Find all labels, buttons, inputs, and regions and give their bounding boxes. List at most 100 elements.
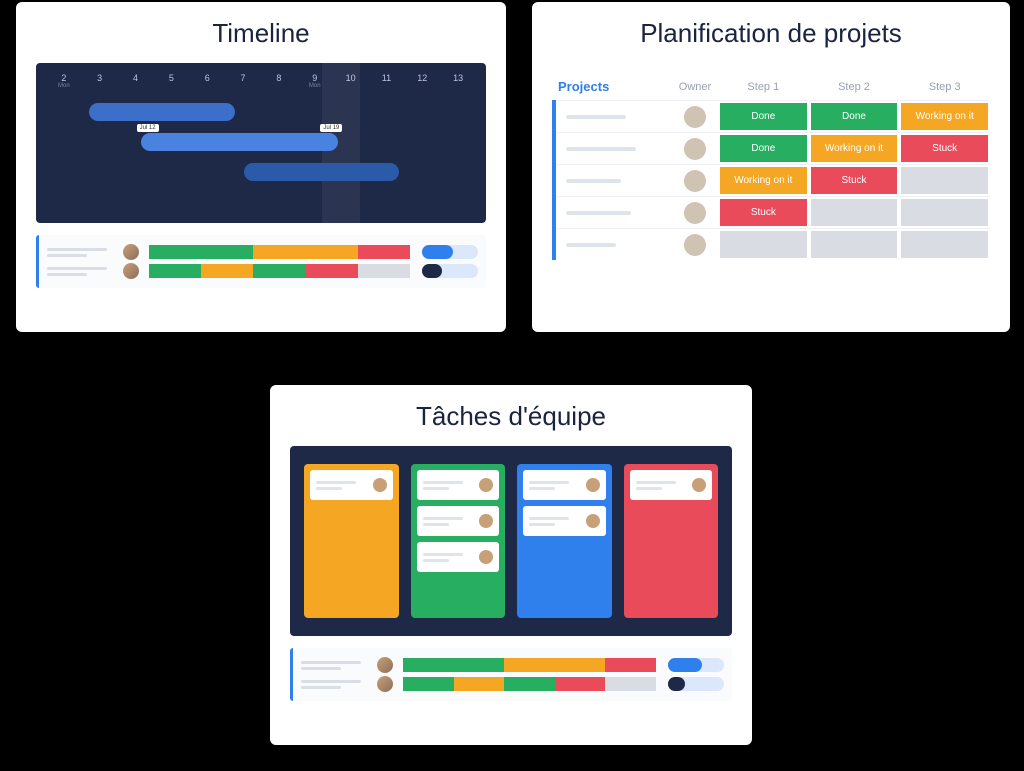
project-status-cell[interactable]: Done <box>811 103 898 130</box>
timeline-title: Timeline <box>36 18 486 49</box>
avatar[interactable] <box>684 106 706 128</box>
avatar[interactable] <box>377 676 393 692</box>
status-cell[interactable] <box>605 658 656 672</box>
summary-row[interactable] <box>301 676 724 692</box>
progress-fill <box>668 677 685 691</box>
project-status-cell[interactable] <box>901 199 988 226</box>
project-status-cell[interactable]: Working on it <box>720 167 807 194</box>
kanban-title: Tâches d'équipe <box>290 401 732 432</box>
avatar[interactable] <box>479 478 493 492</box>
project-name-placeholder[interactable] <box>556 165 672 196</box>
status-cell[interactable] <box>403 677 454 691</box>
project-status-cell[interactable] <box>811 231 898 258</box>
summary-row[interactable] <box>47 244 478 260</box>
avatar[interactable] <box>692 478 706 492</box>
summary-text-placeholder <box>47 267 117 276</box>
kanban-card[interactable] <box>417 506 500 536</box>
status-cell[interactable] <box>358 264 410 278</box>
projects-header-label[interactable]: Projects <box>552 79 672 94</box>
project-owner[interactable] <box>672 229 718 260</box>
avatar[interactable] <box>586 478 600 492</box>
avatar[interactable] <box>586 514 600 528</box>
project-name-placeholder[interactable] <box>556 229 672 260</box>
kanban-card[interactable] <box>630 470 713 500</box>
status-cell[interactable] <box>403 658 454 672</box>
gantt-day: 5 <box>154 73 190 89</box>
project-status-cell[interactable]: Working on it <box>811 135 898 162</box>
status-cell[interactable] <box>253 245 305 259</box>
kanban-card-text-placeholder <box>423 553 463 562</box>
avatar[interactable] <box>479 514 493 528</box>
avatar[interactable] <box>684 138 706 160</box>
status-cell[interactable] <box>201 245 253 259</box>
progress-pill[interactable] <box>668 677 724 691</box>
project-name-placeholder[interactable] <box>556 133 672 164</box>
gantt-day: 3 <box>82 73 118 89</box>
gantt-bar[interactable] <box>244 163 399 181</box>
project-row[interactable]: DoneDoneWorking on it <box>556 100 990 132</box>
avatar[interactable] <box>684 202 706 224</box>
project-row[interactable]: Stuck <box>556 196 990 228</box>
avatar[interactable] <box>684 234 706 256</box>
project-owner[interactable] <box>672 165 718 196</box>
project-row[interactable]: DoneWorking on itStuck <box>556 132 990 164</box>
kanban-column[interactable] <box>517 464 612 618</box>
project-status-cell[interactable] <box>901 231 988 258</box>
status-cell[interactable] <box>149 264 201 278</box>
status-cell[interactable] <box>605 677 656 691</box>
status-cell[interactable] <box>555 677 606 691</box>
gantt-bar[interactable] <box>89 103 235 121</box>
progress-pill[interactable] <box>422 264 478 278</box>
kanban-column[interactable] <box>624 464 719 618</box>
status-cell[interactable] <box>306 264 358 278</box>
status-cell[interactable] <box>454 658 505 672</box>
progress-pill[interactable] <box>668 658 724 672</box>
summary-text-placeholder <box>47 248 117 257</box>
status-cell[interactable] <box>306 245 358 259</box>
project-owner[interactable] <box>672 133 718 164</box>
project-status-cell[interactable] <box>901 167 988 194</box>
status-cell[interactable] <box>504 677 555 691</box>
project-row[interactable]: Working on itStuck <box>556 164 990 196</box>
progress-pill[interactable] <box>422 245 478 259</box>
kanban-card[interactable] <box>523 470 606 500</box>
kanban-column[interactable] <box>304 464 399 618</box>
project-row[interactable] <box>556 228 990 260</box>
status-cell[interactable] <box>358 245 410 259</box>
project-name-placeholder[interactable] <box>556 197 672 228</box>
avatar[interactable] <box>123 244 139 260</box>
summary-row[interactable] <box>301 657 724 673</box>
project-status-cell[interactable]: Stuck <box>720 199 807 226</box>
status-cell[interactable] <box>253 264 305 278</box>
summary-row[interactable] <box>47 263 478 279</box>
project-status-cell[interactable]: Working on it <box>901 103 988 130</box>
gantt-bar[interactable]: Jul 12Jul 19 <box>141 133 339 151</box>
status-cell[interactable] <box>454 677 505 691</box>
status-cell[interactable] <box>504 658 555 672</box>
project-owner[interactable] <box>672 197 718 228</box>
kanban-card[interactable] <box>523 506 606 536</box>
project-status-cell[interactable]: Stuck <box>811 167 898 194</box>
kanban-card[interactable] <box>310 470 393 500</box>
status-cell[interactable] <box>201 264 253 278</box>
project-status-cell[interactable]: Done <box>720 135 807 162</box>
avatar[interactable] <box>479 550 493 564</box>
avatar[interactable] <box>373 478 387 492</box>
project-name-placeholder[interactable] <box>556 101 672 132</box>
project-status-cell[interactable]: Stuck <box>901 135 988 162</box>
kanban-card[interactable] <box>417 470 500 500</box>
status-cell[interactable] <box>149 245 201 259</box>
project-owner[interactable] <box>672 101 718 132</box>
project-status-cell[interactable]: Done <box>720 103 807 130</box>
project-status-cell[interactable] <box>720 231 807 258</box>
gantt-chart[interactable]: 2Mon3456789Mon10111213 Jul 12Jul 19 <box>36 63 486 223</box>
kanban-card[interactable] <box>417 542 500 572</box>
avatar[interactable] <box>123 263 139 279</box>
avatar[interactable] <box>377 657 393 673</box>
project-status-cell[interactable] <box>811 199 898 226</box>
projects-table-body: DoneDoneWorking on itDoneWorking on itSt… <box>552 100 990 260</box>
kanban-column[interactable] <box>411 464 506 618</box>
summary-status-cells <box>403 677 656 691</box>
avatar[interactable] <box>684 170 706 192</box>
status-cell[interactable] <box>555 658 606 672</box>
